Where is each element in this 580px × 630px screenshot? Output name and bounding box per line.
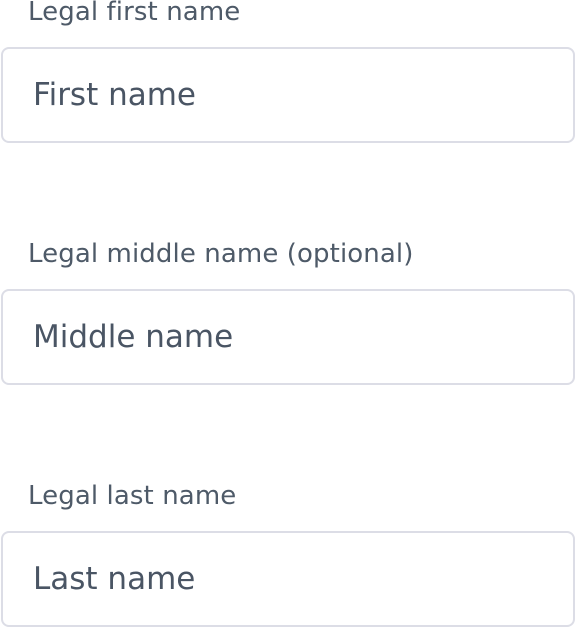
last-name-label: Legal last name bbox=[28, 481, 237, 511]
middle-name-input[interactable] bbox=[1, 289, 575, 385]
first-name-label: Legal first name bbox=[28, 0, 241, 27]
middle-name-label: Legal middle name (optional) bbox=[28, 239, 414, 269]
first-name-input[interactable] bbox=[1, 47, 575, 143]
last-name-input[interactable] bbox=[1, 531, 575, 627]
